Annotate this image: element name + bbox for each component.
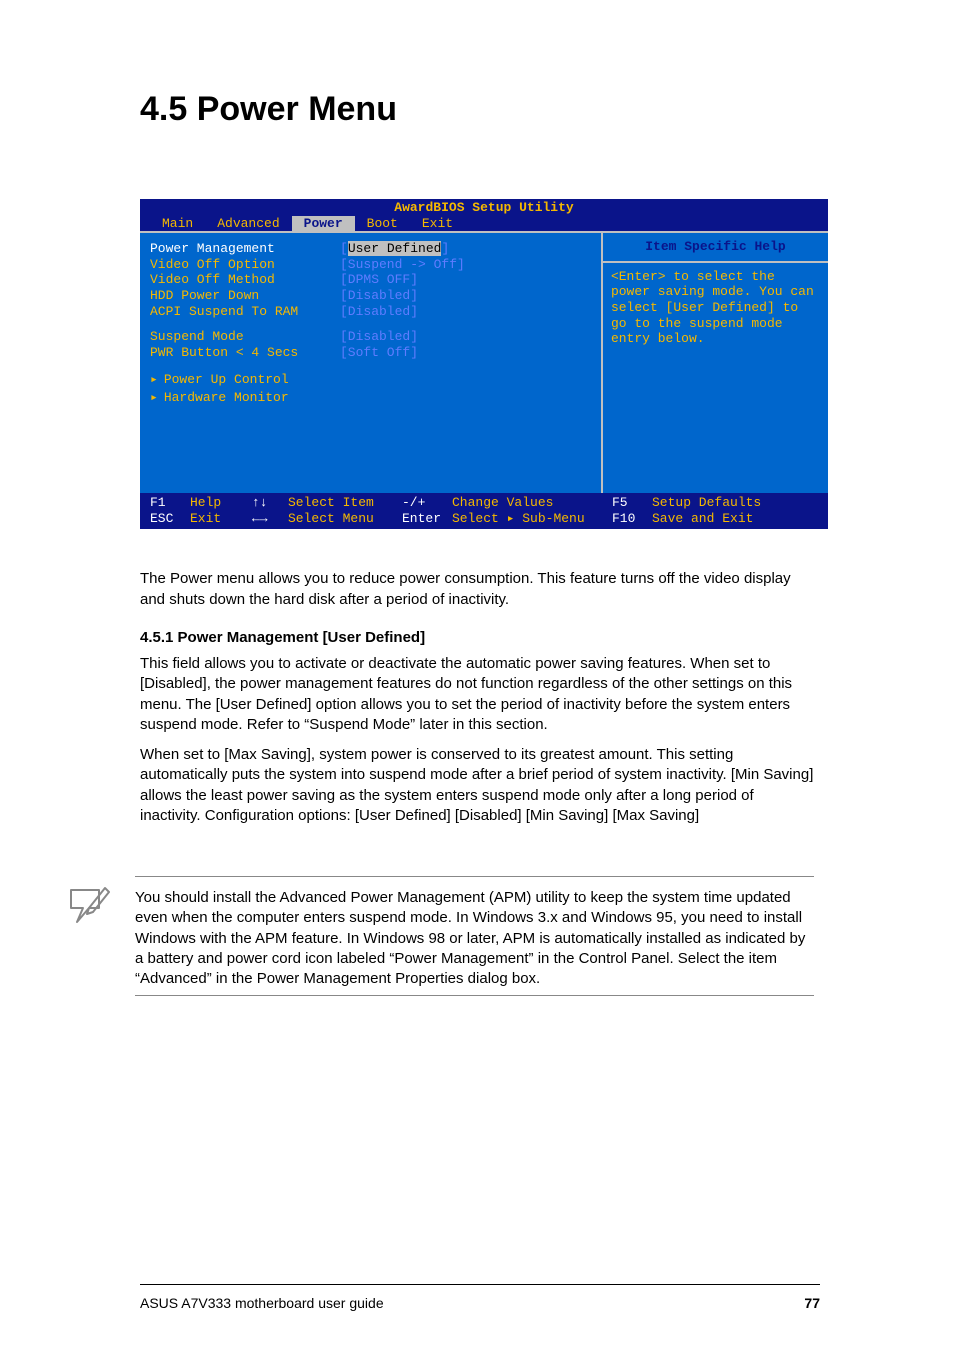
label-change-values: Change Values <box>452 495 612 511</box>
submenu-label: Hardware Monitor <box>164 390 289 405</box>
key-f5: F5 <box>612 495 652 511</box>
footer-row-2: ESC Exit ←→ Select Menu Enter Select ▸ S… <box>150 511 818 527</box>
item-video-off-method[interactable]: Video Off Method [DPMS OFF] <box>150 272 591 288</box>
item-label: ACPI Suspend To RAM <box>150 304 340 320</box>
bios-tabs: Main Advanced Power Boot Exit <box>140 216 828 232</box>
page-number: 77 <box>804 1295 820 1311</box>
bios-footer: F1 Help ↑↓ Select Item -/+ Change Values… <box>140 493 828 529</box>
label-select-item: Select Item <box>288 495 402 511</box>
submenu-arrow-icon: ▸ <box>150 390 158 405</box>
arrows-left-right-icon: ←→ <box>252 511 288 527</box>
page-footer: ASUS A7V333 motherboard user guide 77 <box>140 1284 820 1311</box>
item-value: [Disabled] <box>340 288 418 304</box>
footer-left: ASUS A7V333 motherboard user guide <box>140 1295 384 1311</box>
tab-advanced[interactable]: Advanced <box>205 216 291 232</box>
item-value: [Soft Off] <box>340 345 418 361</box>
subsection-title: 4.5.1 Power Management [User Defined] <box>140 628 814 648</box>
submenu-label: Power Up Control <box>164 372 289 387</box>
tab-boot[interactable]: Boot <box>355 216 410 232</box>
submenu-arrow-icon: ▸ <box>150 372 158 387</box>
item-label: PWR Button < 4 Secs <box>150 345 340 361</box>
bios-title: AwardBIOS Setup Utility <box>140 199 828 216</box>
label-save-exit: Save and Exit <box>652 511 753 527</box>
section-heading: 4.5 Power Menu <box>140 90 814 129</box>
item-hdd-power-down[interactable]: HDD Power Down [Disabled] <box>150 288 591 304</box>
key-f1: F1 <box>150 495 190 511</box>
item-acpi-suspend[interactable]: ACPI Suspend To RAM [Disabled] <box>150 304 591 320</box>
bios-left-panel: Power Management [[User Defined]User Def… <box>140 233 601 493</box>
tab-exit[interactable]: Exit <box>410 216 465 232</box>
item-value: [Disabled] <box>340 329 418 345</box>
body-text: The Power menu allows you to reduce powe… <box>140 569 814 996</box>
item-video-off-option[interactable]: Video Off Option [Suspend -> Off] <box>150 257 591 273</box>
submenu-power-up-control[interactable]: ▸ Power Up Control <box>150 372 591 388</box>
item-power-management[interactable]: Power Management [[User Defined]User Def… <box>150 241 591 257</box>
key-enter: Enter <box>402 511 452 527</box>
label-setup-defaults: Setup Defaults <box>652 495 761 511</box>
item-value: [Disabled] <box>340 304 418 320</box>
label-exit: Exit <box>190 511 252 527</box>
help-text: <Enter> to select the power saving mode.… <box>603 263 828 493</box>
bios-screenshot: AwardBIOS Setup Utility Main Advanced Po… <box>140 199 828 529</box>
tab-power[interactable]: Power <box>292 216 355 232</box>
footer-row-1: F1 Help ↑↓ Select Item -/+ Change Values… <box>150 495 818 511</box>
key-f10: F10 <box>612 511 652 527</box>
item-label: Video Off Option <box>150 257 340 273</box>
note-text: You should install the Advanced Power Ma… <box>120 882 814 995</box>
help-title: Item Specific Help <box>603 233 828 263</box>
key-esc: ESC <box>150 511 190 527</box>
item-value: [DPMS OFF] <box>340 272 418 288</box>
submenu-hardware-monitor[interactable]: ▸ Hardware Monitor <box>150 390 591 406</box>
label-help: Help <box>190 495 252 511</box>
bios-help-panel: Item Specific Help <Enter> to select the… <box>601 233 828 493</box>
note-icon <box>65 884 113 928</box>
key-plusminus: -/+ <box>402 495 452 511</box>
bios-body: Power Management [[User Defined]User Def… <box>140 231 828 493</box>
item-suspend-mode[interactable]: Suspend Mode [Disabled] <box>150 329 591 345</box>
item-value: [Suspend -> Off] <box>340 257 465 273</box>
label-select-menu: Select Menu <box>288 511 402 527</box>
note-block: You should install the Advanced Power Ma… <box>120 876 814 996</box>
intro-paragraph: The Power menu allows you to reduce powe… <box>140 569 814 610</box>
tab-main[interactable]: Main <box>150 216 205 232</box>
section-paragraph-1: This field allows you to activate or dea… <box>140 654 814 735</box>
arrows-up-down-icon: ↑↓ <box>252 495 288 511</box>
item-label: Power Management <box>150 241 340 257</box>
item-label: Video Off Method <box>150 272 340 288</box>
item-label: Suspend Mode <box>150 329 340 345</box>
item-pwr-button[interactable]: PWR Button < 4 Secs [Soft Off] <box>150 345 591 361</box>
item-label: HDD Power Down <box>150 288 340 304</box>
label-select-submenu: Select ▸ Sub-Menu <box>452 511 612 527</box>
section-paragraph-2: When set to [Max Saving], system power i… <box>140 745 814 826</box>
item-value: [[User Defined]User Defined] <box>340 241 449 257</box>
